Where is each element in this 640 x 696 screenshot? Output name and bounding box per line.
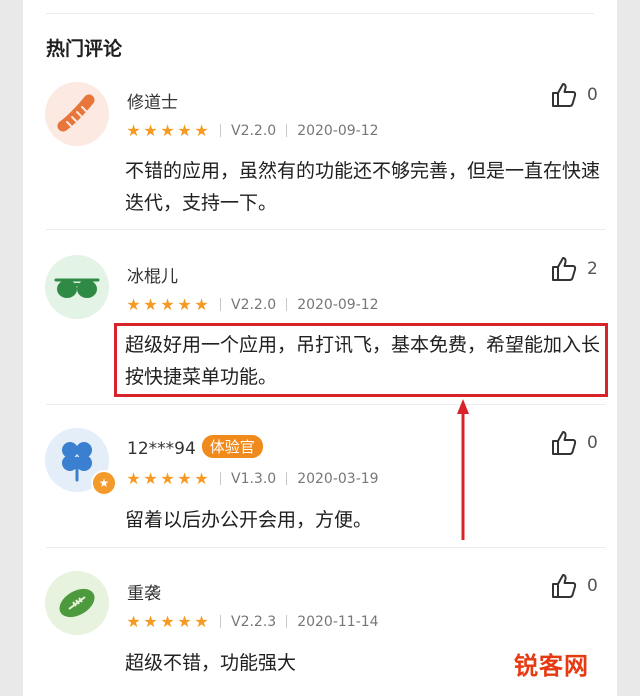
comment-card: 热门评论 修道士 0 ★ ★ ★ ★ ★ V2.2.0 2020-09-12 不错的应用… [23, 0, 617, 696]
watermark-logo: 锐客网 [514, 652, 589, 680]
annotation-arrow [457, 399, 469, 540]
